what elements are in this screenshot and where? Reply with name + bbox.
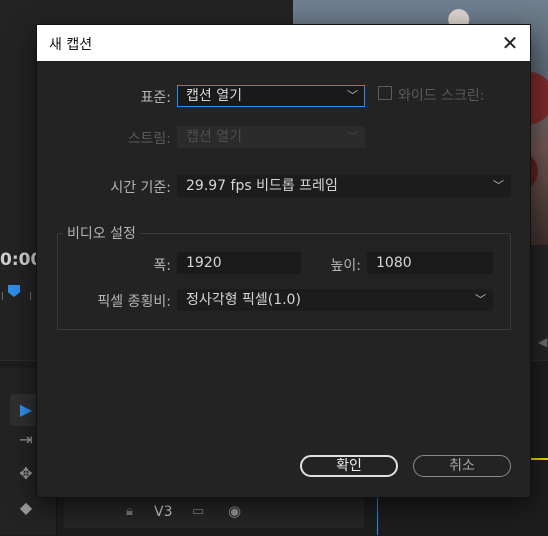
new-caption-dialog: 새 캡션 ✕ 표준: 캡션 열기 ﹀ 와이드 스크린: 스트림: 캡션 열기 ﹀… [37, 25, 530, 497]
dialog-title: 새 캡션 [49, 37, 93, 53]
eye-icon[interactable]: ◉ [228, 502, 241, 520]
height-label: 높이: [330, 258, 361, 274]
close-button[interactable]: ✕ [496, 29, 524, 57]
track-select-tool-icon[interactable]: ⇥ [16, 430, 36, 450]
film-icon[interactable]: ▭ [192, 504, 204, 519]
video-settings-group [57, 233, 511, 330]
ruler-tick [2, 292, 3, 300]
video-settings-legend: 비디오 설정 [63, 223, 140, 243]
height-value: 1080 [376, 255, 412, 271]
widescreen-checkbox[interactable] [378, 86, 392, 100]
height-input[interactable]: 1080 [367, 252, 493, 274]
dialog-titlebar[interactable]: 새 캡션 ✕ [37, 25, 530, 61]
standard-select[interactable]: 캡션 열기 ﹀ [177, 85, 365, 107]
stream-label: 스트림: [127, 131, 171, 147]
razor-tool-icon[interactable]: ◆ [16, 498, 36, 518]
panel-arrow-icon: ◀ [538, 335, 548, 349]
timebase-label: 시간 기준: [110, 180, 171, 196]
track-name: V3 [154, 504, 173, 520]
pixel-aspect-select[interactable]: 정사각형 픽셀(1.0) ﹀ [177, 289, 493, 311]
chevron-down-icon: ﹀ [347, 89, 358, 102]
ruler-tick [30, 292, 31, 300]
timebase-select[interactable]: 29.97 fps 비드롭 프레임 ﹀ [177, 175, 511, 197]
work-area-bar [530, 458, 548, 460]
track-header-v3: 🔒︎ V3 ▭ ◉ [64, 498, 364, 528]
cancel-button[interactable]: 취소 [413, 455, 511, 477]
widescreen-label: 와이드 스크린: [398, 88, 485, 104]
stream-select-value: 캡션 열기 [186, 129, 242, 145]
width-label: 폭: [153, 258, 171, 274]
timebase-select-value: 29.97 fps 비드롭 프레임 [186, 178, 338, 194]
chevron-down-icon: ﹀ [347, 130, 358, 143]
stream-select: 캡션 열기 ﹀ [177, 126, 365, 148]
width-value: 1920 [186, 255, 222, 271]
lock-icon[interactable]: 🔒︎ [126, 504, 133, 519]
standard-select-value: 캡션 열기 [186, 88, 242, 104]
pixel-aspect-label: 픽셀 종횡비: [97, 294, 171, 310]
standard-label: 표준: [140, 90, 171, 106]
width-input[interactable]: 1920 [177, 252, 301, 274]
pixel-aspect-select-value: 정사각형 픽셀(1.0) [186, 292, 301, 308]
ripple-edit-tool-icon[interactable]: ✥ [16, 464, 36, 484]
ok-button[interactable]: 확인 [300, 455, 398, 477]
chevron-down-icon: ﹀ [475, 293, 486, 306]
chevron-down-icon: ﹀ [493, 179, 504, 192]
